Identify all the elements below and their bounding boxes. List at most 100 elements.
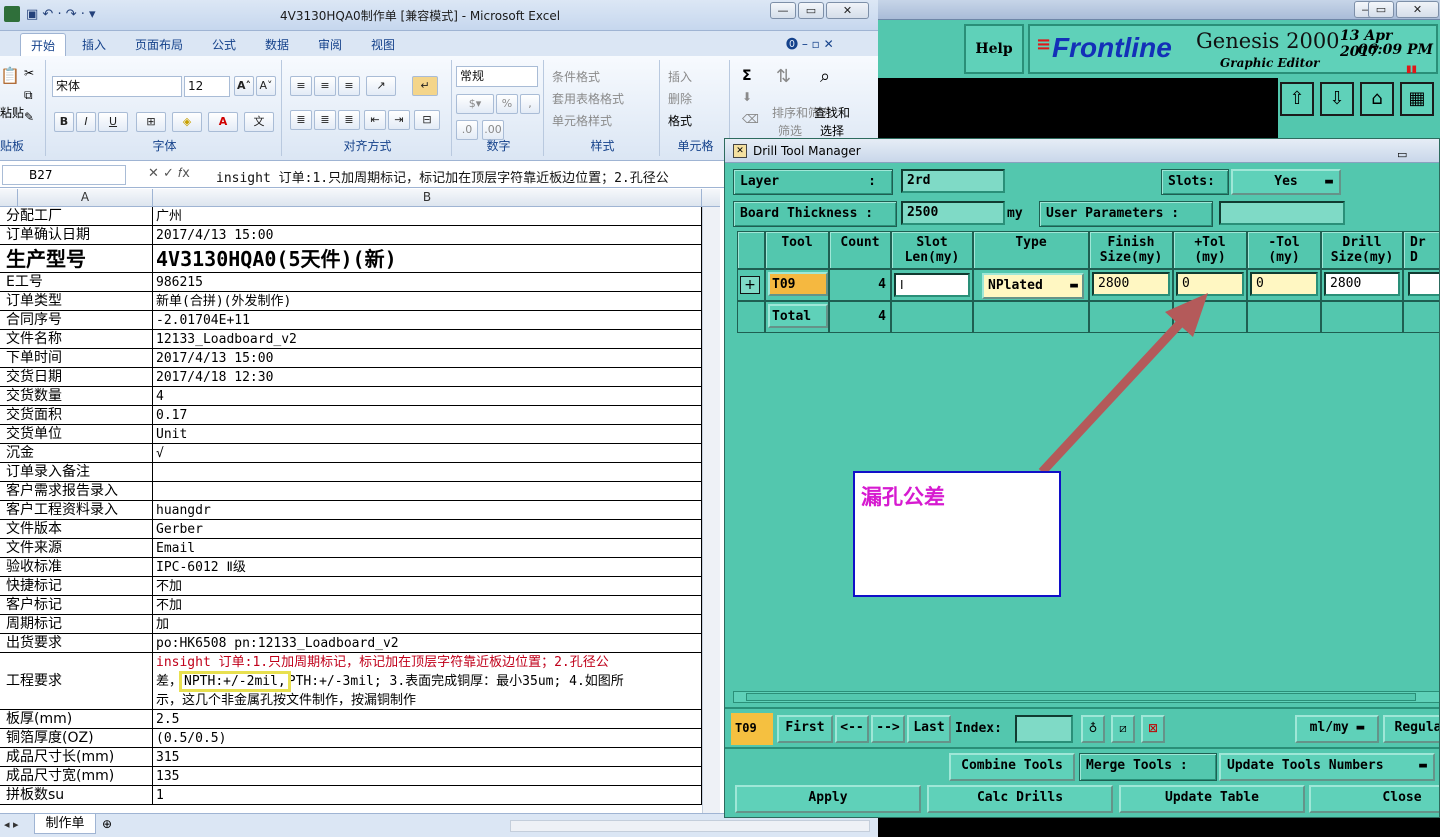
dialog-app-icon[interactable]: ✕	[733, 144, 747, 158]
cell-b[interactable]: 新单(合拼)(外发制作)	[153, 292, 702, 310]
sheet-tab-production[interactable]: 制作单	[34, 814, 96, 834]
currency-icon[interactable]: $▾	[456, 94, 494, 114]
formula-content[interactable]: insight 订单:1.只加周期标记，标记加在顶层字符靠近板边位置；2.孔径公	[216, 167, 669, 186]
cell-a[interactable]: 交货面积	[0, 406, 153, 424]
cell-b[interactable]: 加	[153, 615, 702, 633]
delete-cells-button[interactable]: 删除	[668, 90, 692, 107]
cell-style-button[interactable]: 单元格样式	[552, 112, 612, 129]
cell-b[interactable]: IPC-6012 Ⅱ级	[153, 558, 702, 576]
update-tools-numbers-dropdown[interactable]: Update Tools Numbers ▬	[1219, 753, 1435, 781]
cell-b[interactable]: 2017/4/13 15:00	[153, 349, 702, 367]
user-parameters-field[interactable]	[1219, 201, 1345, 225]
type-dropdown[interactable]: NPlated ▬	[982, 273, 1084, 299]
decrease-indent-icon[interactable]: ⇤	[364, 110, 386, 130]
units-dropdown[interactable]: ml/my ▬	[1295, 715, 1379, 743]
cell-a[interactable]: 生产型号	[0, 245, 153, 272]
horizontal-scrollbar[interactable]	[510, 820, 870, 832]
first-button[interactable]: First	[777, 715, 833, 743]
cell-a[interactable]: 客户需求报告录入	[0, 482, 153, 500]
combine-tools-button[interactable]: Combine Tools	[949, 753, 1075, 781]
cell-b[interactable]: 不加	[153, 596, 702, 614]
board-thickness-field[interactable]: 2500	[901, 201, 1005, 225]
cell-a[interactable]: 订单确认日期	[0, 226, 153, 244]
font-size-combo[interactable]: 12	[184, 76, 230, 97]
align-top-icon[interactable]: ≡	[290, 76, 312, 96]
delete-icon[interactable]: ⊠	[1141, 715, 1165, 743]
select-all-corner[interactable]	[0, 189, 18, 207]
align-bottom-icon[interactable]: ≡	[338, 76, 360, 96]
cell-b[interactable]: 4V3130HQA0(5天件)(新)	[153, 245, 702, 272]
column-a-header[interactable]: A	[18, 189, 153, 207]
cell-a[interactable]: 工程要求	[0, 653, 153, 709]
cell-a[interactable]: 交货日期	[0, 368, 153, 386]
clear-icon[interactable]: ⌫	[742, 112, 759, 126]
drill-size-input[interactable]: 2800	[1324, 272, 1400, 296]
cell-b[interactable]: insight 订单:1.只加周期标记，标记加在顶层字符靠近板边位置；2.孔径公…	[153, 653, 702, 709]
cell-a[interactable]: 客户标记	[0, 596, 153, 614]
regular-dropdown[interactable]: Regula	[1383, 715, 1439, 743]
excel-close-button[interactable]: ✕	[826, 2, 869, 19]
cell-a[interactable]: 下单时间	[0, 349, 153, 367]
phonetic-icon[interactable]: 文	[244, 112, 274, 132]
minus-tol-input[interactable]: 0	[1250, 272, 1318, 296]
cell-b[interactable]: -2.01704E+11	[153, 311, 702, 329]
cell-a[interactable]: 文件版本	[0, 520, 153, 538]
layer-field[interactable]: 2rd	[901, 169, 1005, 193]
tab-home[interactable]: 开始	[20, 33, 67, 56]
filter-icon[interactable]: ⧄	[1111, 715, 1135, 743]
percent-icon[interactable]: %	[496, 94, 518, 114]
fill-icon[interactable]: ⬇	[742, 90, 752, 104]
cell-a[interactable]: 分配工厂	[0, 207, 153, 225]
plus-tol-input[interactable]: 0	[1176, 272, 1244, 296]
formula-icons[interactable]: ✕ ✓ 𝑓x	[148, 166, 190, 181]
cell-a[interactable]: 沉金	[0, 444, 153, 462]
cell-b[interactable]: 广州	[153, 207, 702, 225]
binoculars-icon[interactable]: ⌕	[820, 66, 830, 87]
genesis-maximize-button[interactable]: ▭	[1368, 1, 1394, 18]
cell-a[interactable]: 合同序号	[0, 311, 153, 329]
next-button[interactable]: -->	[871, 715, 905, 743]
wrap-text-icon[interactable]: ↵	[412, 76, 438, 96]
excel-app-icon[interactable]	[4, 6, 20, 22]
underline-icon[interactable]: U	[98, 112, 128, 132]
previous-button[interactable]: <--	[835, 715, 869, 743]
cut-icon[interactable]: ✂	[24, 66, 34, 80]
align-middle-icon[interactable]: ≡	[314, 76, 336, 96]
cell-b[interactable]: Gerber	[153, 520, 702, 538]
find-select-label[interactable]: 查找和	[814, 104, 850, 121]
conditional-format-button[interactable]: 条件格式	[552, 68, 600, 85]
cell-b[interactable]: 2017/4/18 12:30	[153, 368, 702, 386]
cell-b[interactable]: 12133_Loadboard_v2	[153, 330, 702, 348]
cell-b[interactable]: huangdr	[153, 501, 702, 519]
cell-a[interactable]: 文件名称	[0, 330, 153, 348]
dialog-horizontal-scrollbar[interactable]	[733, 691, 1439, 703]
tab-page-layout[interactable]: 页面布局	[135, 36, 183, 53]
cell-a[interactable]: 板厚(mm)	[0, 710, 153, 728]
cell-a[interactable]: 订单类型	[0, 292, 153, 310]
grow-font-icon[interactable]: A˄	[234, 76, 254, 96]
copy-icon[interactable]: ⧉	[24, 88, 33, 103]
scrollbar-thumb[interactable]	[746, 693, 1416, 701]
cell-b[interactable]: 0.17	[153, 406, 702, 424]
cell-a[interactable]: 铜箔厚度(OZ)	[0, 729, 153, 747]
fill-color-icon[interactable]: ◈	[172, 112, 202, 132]
index-input[interactable]	[1015, 715, 1073, 743]
cell-b[interactable]: 135	[153, 767, 702, 785]
cell-b[interactable]: po:HK6508 pn:12133_Loadboard_v2	[153, 634, 702, 652]
insert-cells-button[interactable]: 插入	[668, 68, 692, 85]
format-painter-icon[interactable]: ✎	[24, 110, 34, 124]
cell-b[interactable]: 315	[153, 748, 702, 766]
font-color-icon[interactable]: A	[208, 112, 238, 132]
cell-b[interactable]: (0.5/0.5)	[153, 729, 702, 747]
border-icon[interactable]: ⊞	[136, 112, 166, 132]
cell-a[interactable]: 成品尺寸长(mm)	[0, 748, 153, 766]
close-button[interactable]: Close	[1309, 785, 1439, 813]
tab-view[interactable]: 视图	[371, 36, 395, 53]
download-icon[interactable]: ⇩	[1320, 82, 1354, 116]
upload-icon[interactable]: ⇧	[1280, 82, 1314, 116]
cell-a[interactable]: 成品尺寸宽(mm)	[0, 767, 153, 785]
cell-b[interactable]: 1	[153, 786, 702, 804]
cell-b[interactable]: 4	[153, 387, 702, 405]
tab-review[interactable]: 审阅	[318, 36, 342, 53]
cell-a[interactable]: 客户工程资料录入	[0, 501, 153, 519]
